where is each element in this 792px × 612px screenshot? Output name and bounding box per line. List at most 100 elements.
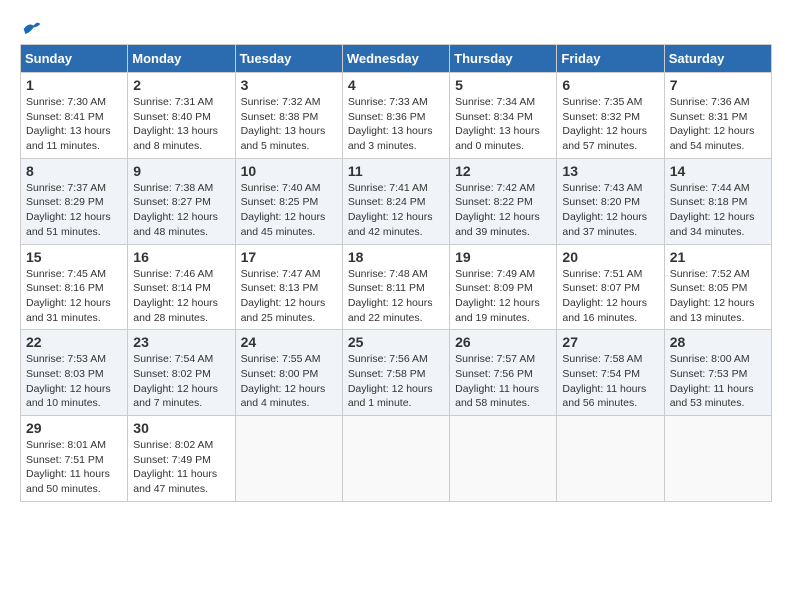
calendar-cell bbox=[664, 416, 771, 502]
day-info: Sunrise: 7:45 AM Sunset: 8:16 PM Dayligh… bbox=[26, 267, 122, 326]
day-info: Sunrise: 7:44 AM Sunset: 8:18 PM Dayligh… bbox=[670, 181, 766, 240]
calendar-cell: 1 Sunrise: 7:30 AM Sunset: 8:41 PM Dayli… bbox=[21, 73, 128, 159]
calendar-cell: 30 Sunrise: 8:02 AM Sunset: 7:49 PM Dayl… bbox=[128, 416, 235, 502]
day-number: 14 bbox=[670, 163, 766, 179]
calendar-cell: 18 Sunrise: 7:48 AM Sunset: 8:11 PM Dayl… bbox=[342, 244, 449, 330]
day-info: Sunrise: 7:49 AM Sunset: 8:09 PM Dayligh… bbox=[455, 267, 551, 326]
calendar-cell bbox=[342, 416, 449, 502]
calendar-cell: 29 Sunrise: 8:01 AM Sunset: 7:51 PM Dayl… bbox=[21, 416, 128, 502]
day-info: Sunrise: 7:35 AM Sunset: 8:32 PM Dayligh… bbox=[562, 95, 658, 154]
calendar-cell: 11 Sunrise: 7:41 AM Sunset: 8:24 PM Dayl… bbox=[342, 158, 449, 244]
day-info: Sunrise: 8:00 AM Sunset: 7:53 PM Dayligh… bbox=[670, 352, 766, 411]
day-info: Sunrise: 7:37 AM Sunset: 8:29 PM Dayligh… bbox=[26, 181, 122, 240]
calendar-cell: 28 Sunrise: 8:00 AM Sunset: 7:53 PM Dayl… bbox=[664, 330, 771, 416]
day-number: 3 bbox=[241, 77, 337, 93]
day-info: Sunrise: 7:55 AM Sunset: 8:00 PM Dayligh… bbox=[241, 352, 337, 411]
day-number: 15 bbox=[26, 249, 122, 265]
day-number: 27 bbox=[562, 334, 658, 350]
weekday-header-tuesday: Tuesday bbox=[235, 45, 342, 73]
calendar-cell: 5 Sunrise: 7:34 AM Sunset: 8:34 PM Dayli… bbox=[450, 73, 557, 159]
day-info: Sunrise: 7:46 AM Sunset: 8:14 PM Dayligh… bbox=[133, 267, 229, 326]
calendar-cell bbox=[450, 416, 557, 502]
calendar-cell: 13 Sunrise: 7:43 AM Sunset: 8:20 PM Dayl… bbox=[557, 158, 664, 244]
weekday-header-thursday: Thursday bbox=[450, 45, 557, 73]
day-info: Sunrise: 7:32 AM Sunset: 8:38 PM Dayligh… bbox=[241, 95, 337, 154]
day-number: 7 bbox=[670, 77, 766, 93]
day-number: 13 bbox=[562, 163, 658, 179]
calendar-cell: 9 Sunrise: 7:38 AM Sunset: 8:27 PM Dayli… bbox=[128, 158, 235, 244]
day-info: Sunrise: 7:41 AM Sunset: 8:24 PM Dayligh… bbox=[348, 181, 444, 240]
day-number: 10 bbox=[241, 163, 337, 179]
day-number: 1 bbox=[26, 77, 122, 93]
calendar-cell: 19 Sunrise: 7:49 AM Sunset: 8:09 PM Dayl… bbox=[450, 244, 557, 330]
day-number: 11 bbox=[348, 163, 444, 179]
calendar-cell bbox=[557, 416, 664, 502]
day-number: 16 bbox=[133, 249, 229, 265]
day-number: 5 bbox=[455, 77, 551, 93]
calendar-cell: 3 Sunrise: 7:32 AM Sunset: 8:38 PM Dayli… bbox=[235, 73, 342, 159]
calendar-table: SundayMondayTuesdayWednesdayThursdayFrid… bbox=[20, 44, 772, 502]
day-number: 22 bbox=[26, 334, 122, 350]
calendar-cell: 21 Sunrise: 7:52 AM Sunset: 8:05 PM Dayl… bbox=[664, 244, 771, 330]
calendar-cell: 24 Sunrise: 7:55 AM Sunset: 8:00 PM Dayl… bbox=[235, 330, 342, 416]
day-number: 29 bbox=[26, 420, 122, 436]
calendar-cell: 12 Sunrise: 7:42 AM Sunset: 8:22 PM Dayl… bbox=[450, 158, 557, 244]
day-info: Sunrise: 7:34 AM Sunset: 8:34 PM Dayligh… bbox=[455, 95, 551, 154]
day-info: Sunrise: 7:40 AM Sunset: 8:25 PM Dayligh… bbox=[241, 181, 337, 240]
day-number: 24 bbox=[241, 334, 337, 350]
day-info: Sunrise: 7:54 AM Sunset: 8:02 PM Dayligh… bbox=[133, 352, 229, 411]
day-number: 21 bbox=[670, 249, 766, 265]
day-info: Sunrise: 7:51 AM Sunset: 8:07 PM Dayligh… bbox=[562, 267, 658, 326]
calendar-cell: 2 Sunrise: 7:31 AM Sunset: 8:40 PM Dayli… bbox=[128, 73, 235, 159]
calendar-cell: 27 Sunrise: 7:58 AM Sunset: 7:54 PM Dayl… bbox=[557, 330, 664, 416]
day-number: 12 bbox=[455, 163, 551, 179]
logo-bird-icon bbox=[22, 20, 42, 38]
day-info: Sunrise: 7:48 AM Sunset: 8:11 PM Dayligh… bbox=[348, 267, 444, 326]
calendar-cell: 15 Sunrise: 7:45 AM Sunset: 8:16 PM Dayl… bbox=[21, 244, 128, 330]
calendar-cell: 16 Sunrise: 7:46 AM Sunset: 8:14 PM Dayl… bbox=[128, 244, 235, 330]
day-info: Sunrise: 7:47 AM Sunset: 8:13 PM Dayligh… bbox=[241, 267, 337, 326]
day-number: 4 bbox=[348, 77, 444, 93]
day-number: 6 bbox=[562, 77, 658, 93]
day-number: 30 bbox=[133, 420, 229, 436]
weekday-header-wednesday: Wednesday bbox=[342, 45, 449, 73]
day-number: 17 bbox=[241, 249, 337, 265]
day-info: Sunrise: 7:38 AM Sunset: 8:27 PM Dayligh… bbox=[133, 181, 229, 240]
day-info: Sunrise: 7:33 AM Sunset: 8:36 PM Dayligh… bbox=[348, 95, 444, 154]
day-number: 8 bbox=[26, 163, 122, 179]
calendar-cell: 10 Sunrise: 7:40 AM Sunset: 8:25 PM Dayl… bbox=[235, 158, 342, 244]
weekday-header-saturday: Saturday bbox=[664, 45, 771, 73]
calendar-cell: 7 Sunrise: 7:36 AM Sunset: 8:31 PM Dayli… bbox=[664, 73, 771, 159]
day-info: Sunrise: 7:43 AM Sunset: 8:20 PM Dayligh… bbox=[562, 181, 658, 240]
day-info: Sunrise: 7:42 AM Sunset: 8:22 PM Dayligh… bbox=[455, 181, 551, 240]
day-info: Sunrise: 7:57 AM Sunset: 7:56 PM Dayligh… bbox=[455, 352, 551, 411]
weekday-header-monday: Monday bbox=[128, 45, 235, 73]
day-info: Sunrise: 7:36 AM Sunset: 8:31 PM Dayligh… bbox=[670, 95, 766, 154]
day-info: Sunrise: 7:30 AM Sunset: 8:41 PM Dayligh… bbox=[26, 95, 122, 154]
calendar-cell: 14 Sunrise: 7:44 AM Sunset: 8:18 PM Dayl… bbox=[664, 158, 771, 244]
day-number: 9 bbox=[133, 163, 229, 179]
calendar-cell: 22 Sunrise: 7:53 AM Sunset: 8:03 PM Dayl… bbox=[21, 330, 128, 416]
day-info: Sunrise: 7:56 AM Sunset: 7:58 PM Dayligh… bbox=[348, 352, 444, 411]
day-number: 23 bbox=[133, 334, 229, 350]
calendar-cell: 6 Sunrise: 7:35 AM Sunset: 8:32 PM Dayli… bbox=[557, 73, 664, 159]
day-info: Sunrise: 7:53 AM Sunset: 8:03 PM Dayligh… bbox=[26, 352, 122, 411]
calendar-cell: 26 Sunrise: 7:57 AM Sunset: 7:56 PM Dayl… bbox=[450, 330, 557, 416]
day-number: 19 bbox=[455, 249, 551, 265]
day-number: 18 bbox=[348, 249, 444, 265]
calendar-cell: 17 Sunrise: 7:47 AM Sunset: 8:13 PM Dayl… bbox=[235, 244, 342, 330]
calendar-cell: 25 Sunrise: 7:56 AM Sunset: 7:58 PM Dayl… bbox=[342, 330, 449, 416]
day-number: 20 bbox=[562, 249, 658, 265]
day-number: 28 bbox=[670, 334, 766, 350]
day-info: Sunrise: 7:58 AM Sunset: 7:54 PM Dayligh… bbox=[562, 352, 658, 411]
calendar-cell: 20 Sunrise: 7:51 AM Sunset: 8:07 PM Dayl… bbox=[557, 244, 664, 330]
day-info: Sunrise: 8:02 AM Sunset: 7:49 PM Dayligh… bbox=[133, 438, 229, 497]
day-number: 26 bbox=[455, 334, 551, 350]
day-info: Sunrise: 7:31 AM Sunset: 8:40 PM Dayligh… bbox=[133, 95, 229, 154]
calendar-cell bbox=[235, 416, 342, 502]
day-info: Sunrise: 7:52 AM Sunset: 8:05 PM Dayligh… bbox=[670, 267, 766, 326]
day-info: Sunrise: 8:01 AM Sunset: 7:51 PM Dayligh… bbox=[26, 438, 122, 497]
day-number: 25 bbox=[348, 334, 444, 350]
weekday-header-friday: Friday bbox=[557, 45, 664, 73]
weekday-header-sunday: Sunday bbox=[21, 45, 128, 73]
